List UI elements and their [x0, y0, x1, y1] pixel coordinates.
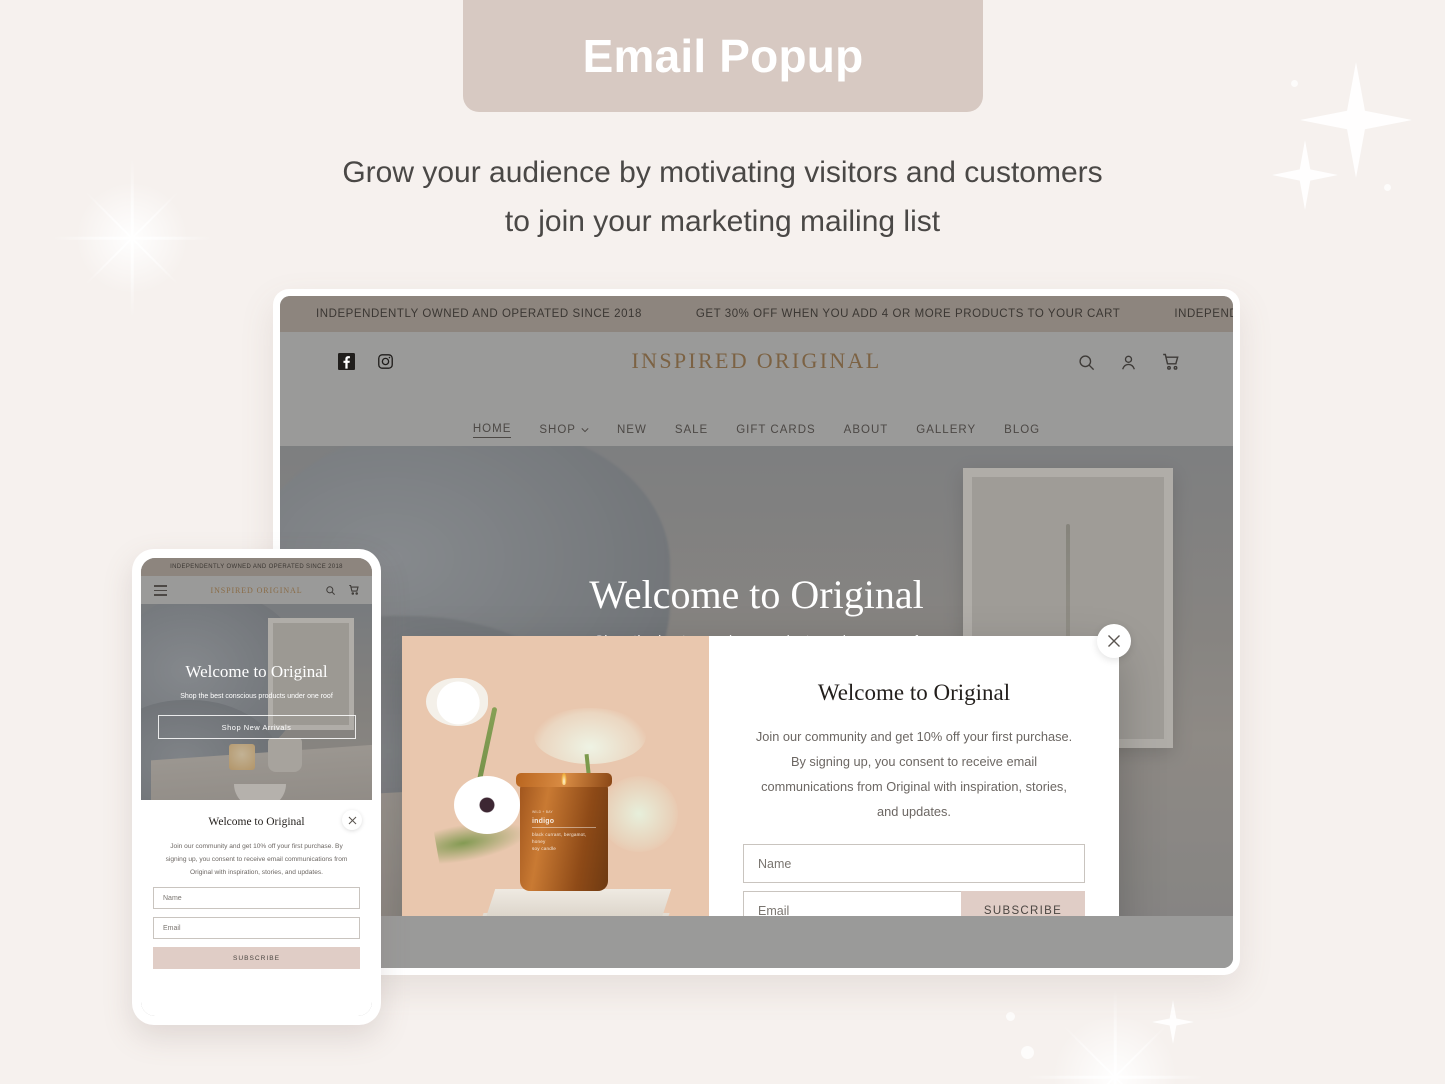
mobile-hero-cta-button[interactable]: Shop New Arrivals — [157, 715, 356, 739]
search-icon[interactable] — [1077, 353, 1096, 377]
cart-icon[interactable] — [348, 583, 360, 601]
mobile-hero-subheading: Shop the best conscious products under o… — [180, 693, 333, 700]
nav-label: BLOG — [1004, 424, 1041, 436]
desktop-site-header: INSPIRED ORIGINAL — [280, 332, 1233, 414]
mobile-hero-heading: Welcome to Original — [185, 662, 328, 681]
sparkle-star-bottom — [1026, 988, 1204, 1084]
mobile-announcement-bar: INDEPENDENTLY OWNED AND OPERATED SINCE 2… — [141, 558, 372, 576]
hero-heading: Welcome to Original — [589, 572, 924, 617]
nav-label: GALLERY — [916, 424, 977, 436]
announcement-item: INDEPENDENTLY OWNED AND OPER — [1174, 308, 1233, 320]
nav-label: ABOUT — [843, 424, 889, 436]
candle-jar: WILD + BAY indigo black currant, bergamo… — [516, 773, 612, 891]
nav-label: SHOP — [539, 424, 576, 436]
mobile-hero: Welcome to Original Shop the best consci… — [141, 604, 372, 816]
announcement-item: GET 30% OFF WHEN YOU ADD 4 OR MORE PRODU… — [695, 308, 1121, 320]
mobile-email-input[interactable]: Email — [153, 917, 360, 939]
nav-item-gallery[interactable]: GALLERY — [916, 424, 976, 436]
nav-item-blog[interactable]: BLOG — [1004, 424, 1040, 436]
nav-item-new[interactable]: NEW — [617, 424, 647, 436]
candle-sub: soy candle — [532, 845, 556, 851]
mobile-screen: INDEPENDENTLY OWNED AND OPERATED SINCE 2… — [141, 558, 372, 1016]
search-icon[interactable] — [325, 583, 336, 601]
mobile-header-icons — [325, 583, 360, 601]
nav-item-about[interactable]: ABOUT — [844, 424, 889, 436]
sparkle-dot-bottom-a — [1006, 1012, 1015, 1021]
nav-item-gift-cards[interactable]: GIFT CARDS — [736, 424, 815, 436]
popup-description: Join our community and get 10% off your … — [755, 729, 1073, 819]
mobile-name-input[interactable]: Name — [153, 887, 360, 909]
sparkle-star-bottom-right — [1152, 1000, 1194, 1044]
chevron-down-icon — [581, 428, 589, 433]
desktop-mockup: INDEPENDENTLY OWNED AND OPERATED SINCE 2… — [273, 289, 1240, 975]
desktop-screen: INDEPENDENTLY OWNED AND OPERATED SINCE 2… — [280, 296, 1233, 968]
email-popup-desktop: WILD + BAY indigo black currant, bergamo… — [402, 624, 1131, 916]
nav-label: GIFT CARDS — [736, 424, 816, 436]
desktop-hero: Welcome to Original Shop the best consci… — [280, 446, 1233, 916]
close-icon[interactable] — [342, 810, 362, 830]
name-input[interactable]: Name — [743, 844, 1085, 883]
nav-item-sale[interactable]: SALE — [675, 424, 708, 436]
mobile-popup-description: Join our community and get 10% off your … — [165, 843, 348, 876]
page-root: Email Popup Grow your audience by motiva… — [0, 0, 1445, 1084]
candle-label: WILD + BAY indigo black currant, bergamo… — [532, 809, 596, 852]
page-title: Email Popup — [582, 30, 864, 82]
close-icon[interactable] — [1097, 624, 1131, 658]
email-input[interactable]: Email — [743, 891, 961, 916]
nav-item-shop[interactable]: SHOP — [539, 424, 589, 436]
nav-label: NEW — [616, 424, 647, 436]
desktop-nav: HOME SHOP NEW SALE GIFT CARDS ABOUT GALL… — [280, 414, 1233, 446]
mobile-mockup: INDEPENDENTLY OWNED AND OPERATED SINCE 2… — [132, 549, 381, 1025]
desktop-header-icons — [1077, 352, 1181, 377]
email-popup-mobile: Welcome to Original Join our community a… — [141, 800, 372, 1016]
candle-brand: WILD + BAY — [532, 810, 553, 814]
mobile-site-header: INSPIRED ORIGINAL — [141, 576, 372, 604]
email-row: Email SUBSCRIBE — [743, 891, 1085, 916]
nav-label: SALE — [674, 424, 709, 436]
candle-notes: black currant, bergamot, honey — [532, 831, 587, 844]
popup-form: Name Email SUBSCRIBE — [743, 844, 1085, 916]
mobile-announcement-text: INDEPENDENTLY OWNED AND OPERATED SINCE 2… — [170, 564, 343, 570]
mobile-subscribe-button[interactable]: SUBSCRIBE — [153, 947, 360, 969]
account-icon[interactable] — [1119, 353, 1138, 377]
page-subtitle: Grow your audience by motivating visitor… — [0, 148, 1445, 246]
desktop-announcement-bar: INDEPENDENTLY OWNED AND OPERATED SINCE 2… — [280, 296, 1233, 332]
cart-icon[interactable] — [1161, 352, 1181, 377]
page-subtitle-line1: Grow your audience by motivating visitor… — [342, 156, 1103, 189]
desktop-featured-section: Featured Collections — [280, 916, 1233, 968]
mobile-popup-heading: Welcome to Original — [208, 816, 305, 828]
page-title-chip: Email Popup — [463, 0, 983, 112]
nav-label: HOME — [472, 422, 512, 435]
mobile-hero-text-block: Welcome to Original Shop the best consci… — [141, 662, 372, 739]
nav-item-home[interactable]: HOME — [472, 422, 512, 438]
sparkle-dot-bottom-b — [1021, 1046, 1034, 1059]
popup-product-image: WILD + BAY indigo black currant, bergamo… — [402, 636, 709, 916]
popup-content: Welcome to Original Join our community a… — [709, 624, 1131, 916]
sparkle-dot-top-right-a — [1291, 80, 1298, 87]
page-subtitle-line2: to join your marketing mailing list — [504, 205, 941, 238]
popup-heading: Welcome to Original — [817, 680, 1011, 705]
announcement-item: INDEPENDENTLY OWNED AND OPERATED SINCE 2… — [316, 308, 642, 320]
candle-name: indigo — [532, 818, 555, 825]
subscribe-button[interactable]: SUBSCRIBE — [961, 891, 1085, 916]
